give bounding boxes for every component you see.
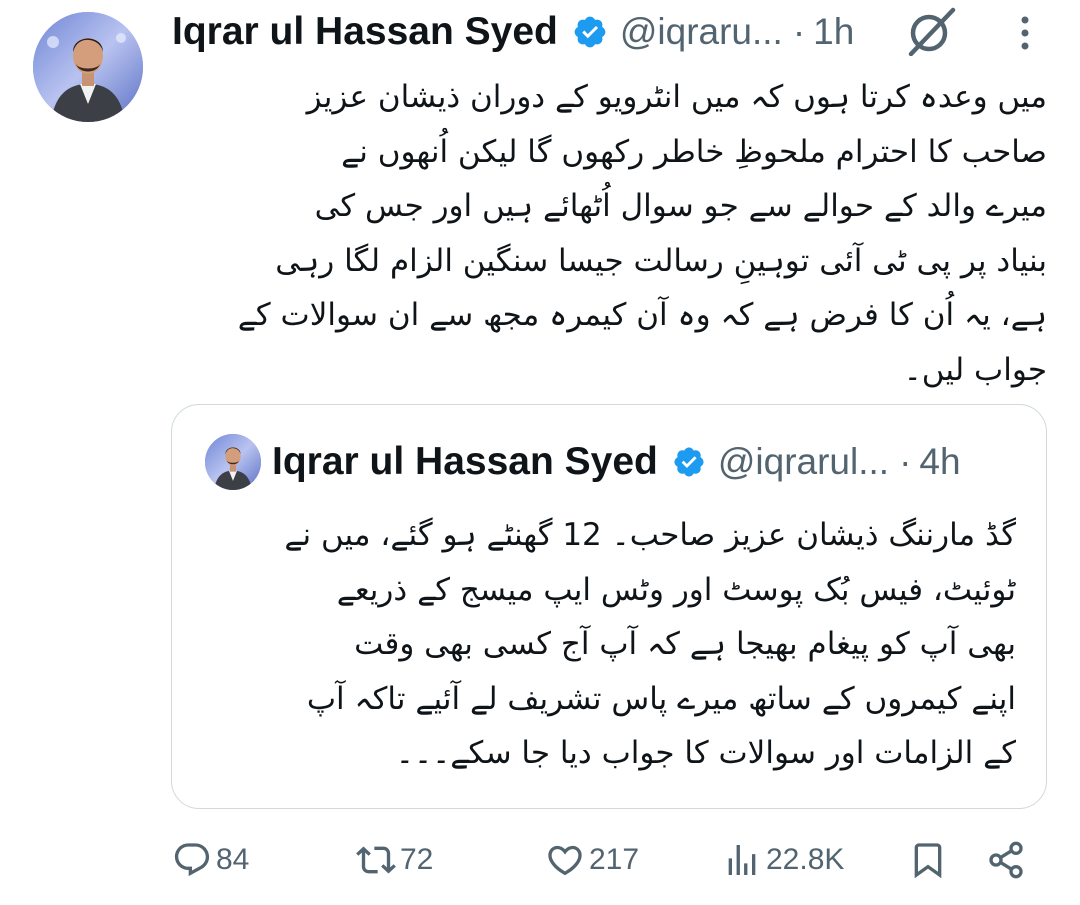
tweet-text-line: جواب لیں۔ xyxy=(903,351,1047,388)
tweet-text-line: ہے، یہ اُن کا فرض ہے کہ وہ آن کیمرہ مجھ … xyxy=(237,297,1047,333)
avatar[interactable] xyxy=(33,12,143,122)
quote-text-line: ٹوئیٹ، فیس بُک پوسٹ اور وٹس ایپ میسج کے … xyxy=(336,571,1016,608)
views-icon xyxy=(728,845,756,875)
tweet-text: میں وعدہ کرتا ہوں کہ میں انٹرویو کے دورا… xyxy=(185,70,1047,397)
reply-button[interactable]: 84 xyxy=(172,830,249,890)
repost-button[interactable]: 72 xyxy=(356,830,433,890)
repost-icon xyxy=(356,846,396,874)
share-icon xyxy=(989,841,1023,879)
heart-icon xyxy=(548,845,582,876)
quote-author-handle[interactable]: @iqrarul... xyxy=(718,441,889,483)
quote-header: Iqrar ul Hassan Syed @iqrarul... · 4h xyxy=(272,433,961,491)
repost-count: 72 xyxy=(400,843,434,876)
like-count: 217 xyxy=(589,843,640,876)
quote-text-line: اپنے کیمروں کے ساتھ میرے پاس تشریف لے آئ… xyxy=(306,680,1016,717)
quote-author-name[interactable]: Iqrar ul Hassan Syed xyxy=(272,440,658,484)
views-button[interactable]: 22.8K xyxy=(722,830,844,890)
avatar-photo xyxy=(205,434,261,490)
share-button[interactable] xyxy=(986,830,1026,890)
quote-timestamp[interactable]: 4h xyxy=(919,441,960,483)
action-bar: 84 72 217 22.8K xyxy=(0,830,1080,890)
verified-badge-icon[interactable] xyxy=(672,445,706,479)
reply-count: 84 xyxy=(216,843,250,876)
avatar-photo xyxy=(33,12,143,122)
separator-dot: · xyxy=(899,441,912,482)
separator-dot: · xyxy=(792,11,806,52)
like-button[interactable]: 217 xyxy=(545,830,639,890)
quote-avatar[interactable] xyxy=(205,434,261,490)
quote-text: گڈ مارننگ ذیشان عزیز صاحب۔ 12 گھنٹے ہو گ… xyxy=(202,508,1016,781)
quoted-tweet[interactable]: Iqrar ul Hassan Syed @iqrarul... · 4h گڈ… xyxy=(171,404,1047,809)
quote-text-line: بھی آپ کو پیغام بھیجا ہے کہ آپ آج کسی بھ… xyxy=(354,626,1016,662)
more-vertical-icon[interactable] xyxy=(1011,12,1039,54)
quote-text-line: کے الزامات اور سوالات کا جواب دیا جا سکے… xyxy=(395,735,1016,771)
tweet-text-line: بنیاد پر پی ٹی آئی توہینِ رسالت جیسا سنگ… xyxy=(275,242,1047,279)
author-name[interactable]: Iqrar ul Hassan Syed xyxy=(172,10,558,54)
grok-icon[interactable] xyxy=(905,6,957,57)
author-handle[interactable]: @iqraru... xyxy=(620,11,783,53)
quote-text-line: گڈ مارننگ ذیشان عزیز صاحب۔ 12 گھنٹے ہو گ… xyxy=(284,517,1016,553)
tweet-text-line: میں وعدہ کرتا ہوں کہ میں انٹرویو کے دورا… xyxy=(306,79,1047,115)
bookmark-icon xyxy=(914,843,942,879)
tweet-text-line: صاحب کا احترام ملحوظِ خاطر رکھوں گا لیکن… xyxy=(341,133,1047,170)
reply-icon xyxy=(174,843,210,877)
bookmark-button[interactable] xyxy=(908,830,948,890)
timestamp[interactable]: 1h xyxy=(813,11,854,53)
tweet-text-line: میرے والد کے حوالے سے جو سوال اُٹھائے ہی… xyxy=(314,188,1047,224)
view-count: 22.8K xyxy=(766,843,845,876)
verified-badge-icon[interactable] xyxy=(572,14,608,50)
